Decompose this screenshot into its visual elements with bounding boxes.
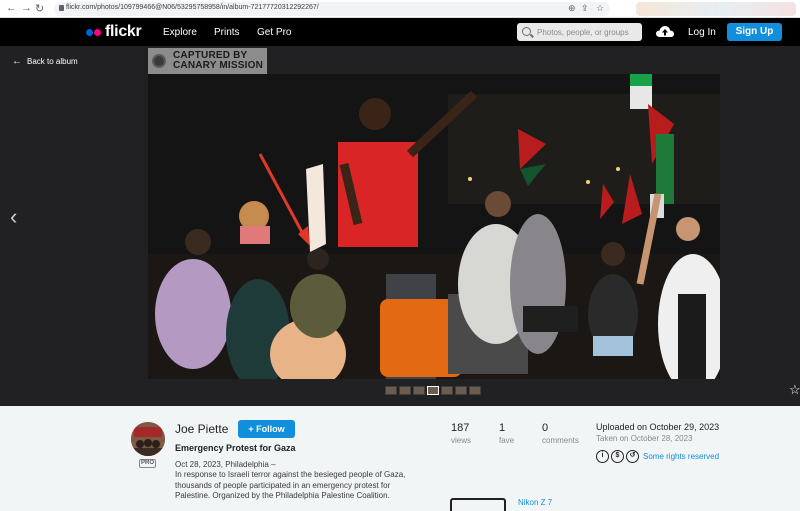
faves-label: fave: [499, 436, 515, 445]
avatar[interactable]: [131, 422, 165, 456]
back-to-album-label: Back to album: [27, 57, 78, 66]
filmstrip-thumbnail[interactable]: [399, 386, 411, 395]
signup-button[interactable]: Sign Up: [727, 23, 782, 41]
photo-viewer: ← Back to album ‹ CAPTURED BY CANARY MIS…: [0, 46, 800, 406]
camera-icon: [450, 498, 506, 511]
back-nav-icon[interactable]: ←: [6, 2, 17, 14]
main-photo[interactable]: [148, 74, 720, 379]
search-box[interactable]: [517, 23, 642, 41]
uploaded-date: Uploaded on October 29, 2023: [596, 422, 720, 432]
flickr-logo[interactable]: flickr: [86, 23, 142, 41]
favorite-star-icon[interactable]: ☆: [789, 382, 800, 398]
photo-title: Emergency Protest for Gaza: [175, 443, 296, 453]
taken-date: Taken on October 28, 2023: [596, 434, 693, 443]
nav-get-pro[interactable]: Get Pro: [257, 27, 291, 38]
filmstrip-thumbnail[interactable]: [469, 386, 481, 395]
back-to-album-link[interactable]: ← Back to album: [12, 56, 78, 67]
browser-extensions: [636, 2, 796, 16]
watermark: CAPTURED BY CANARY MISSION: [148, 48, 267, 74]
filmstrip-thumbnail-active[interactable]: [427, 386, 439, 395]
cc-noncommercial-icon[interactable]: $: [611, 450, 624, 463]
views-stat: 187 views: [451, 422, 471, 445]
license-link[interactable]: Some rights reserved: [643, 452, 719, 461]
clock-icon: [152, 54, 166, 68]
site-header: flickr Explore Prints Get Pro Log In Sig…: [0, 18, 800, 46]
browser-toolbar: ← → ↻ flickr.com/photos/109799466@N06/53…: [0, 0, 800, 18]
comments-stat: 0 comments: [542, 422, 579, 445]
share-icon[interactable]: ⇪: [581, 3, 589, 14]
comments-label: comments: [542, 436, 579, 445]
camera-model-link[interactable]: Nikon Z 7: [518, 498, 552, 507]
protest-scene-image: [148, 74, 720, 379]
faves-stat: 1 fave: [499, 422, 514, 445]
filmstrip-thumbnail[interactable]: [441, 386, 453, 395]
views-label: views: [451, 436, 472, 445]
url-text[interactable]: flickr.com/photos/109799466@N06/53295758…: [66, 4, 319, 11]
watermark-text: CAPTURED BY CANARY MISSION: [173, 51, 263, 71]
pro-badge: PRO: [139, 459, 156, 468]
arrow-left-icon: ←: [12, 56, 22, 67]
photo-description: In response to Israeli terror against th…: [175, 470, 406, 500]
nav-explore[interactable]: Explore: [163, 27, 197, 38]
filmstrip-thumbnail[interactable]: [455, 386, 467, 395]
search-input[interactable]: [537, 25, 637, 39]
forward-nav-icon[interactable]: →: [21, 2, 32, 14]
logo-blue-dot: [86, 28, 93, 36]
login-link[interactable]: Log In: [688, 27, 716, 38]
cc-sharealike-icon[interactable]: ↺: [626, 450, 639, 463]
cc-attribution-icon[interactable]: i: [596, 450, 609, 463]
logo-pink-dot: [94, 28, 101, 36]
filmstrip-thumbnail[interactable]: [385, 386, 397, 395]
author-name[interactable]: Joe Piette: [175, 422, 228, 436]
filmstrip-thumbnail[interactable]: [413, 386, 425, 395]
bookmark-star-icon[interactable]: ☆: [596, 3, 604, 14]
search-icon[interactable]: [522, 27, 531, 36]
reload-icon[interactable]: ↻: [35, 2, 44, 15]
zoom-icon[interactable]: ⊕: [568, 3, 576, 14]
views-count: 187: [451, 422, 470, 434]
faves-count: 1: [499, 422, 506, 434]
previous-photo-icon[interactable]: ‹: [10, 204, 17, 230]
upload-cloud-icon[interactable]: [656, 26, 674, 37]
watermark-line-2: CANARY MISSION: [173, 60, 264, 71]
avatar-image: [131, 422, 165, 456]
photo-filmstrip: [385, 386, 481, 395]
comments-count: 0: [542, 422, 549, 434]
lock-icon: [59, 5, 64, 11]
photo-info-panel: PRO Joe Piette + Follow Emergency Protes…: [0, 406, 800, 511]
logo-text: flickr: [105, 23, 142, 40]
nav-prints[interactable]: Prints: [214, 27, 240, 38]
photo-date-location: Oct 28, 2023, Philadelphia –: [175, 460, 276, 469]
follow-button[interactable]: + Follow: [238, 420, 295, 438]
